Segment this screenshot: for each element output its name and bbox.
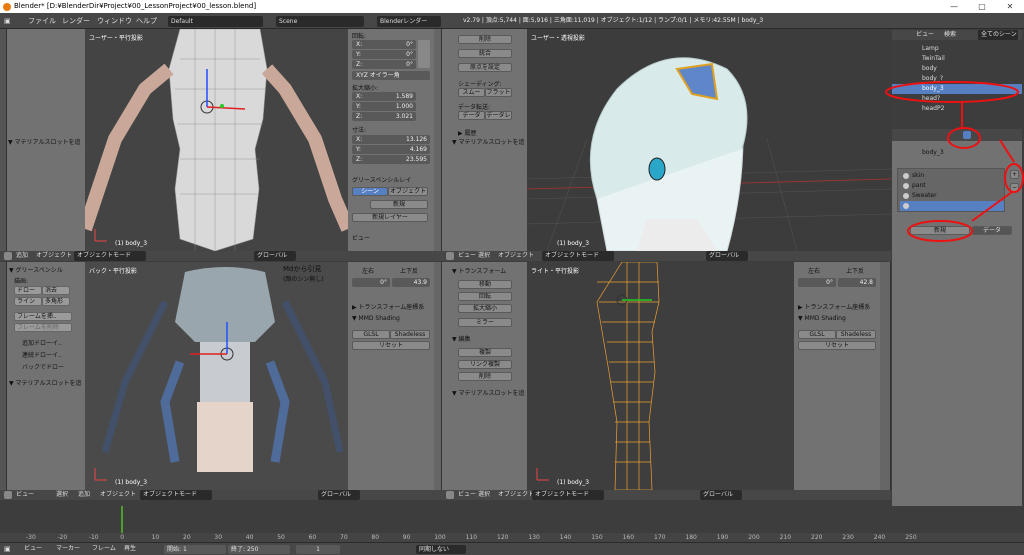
timeline-tick-label: 100 bbox=[434, 534, 446, 541]
timeline-tick-label: 90 bbox=[402, 534, 411, 541]
sync-mode-select[interactable]: 同期しない bbox=[416, 545, 466, 554]
timeline-tick-label: 190 bbox=[716, 534, 729, 541]
timeline-editor-icon[interactable]: ▣ bbox=[4, 543, 11, 555]
highlight-ellipse-tab bbox=[947, 127, 981, 149]
timeline-marker-menu[interactable]: マーカー bbox=[56, 543, 80, 555]
end-value: 250 bbox=[246, 546, 259, 553]
timeline-tick-label: 240 bbox=[873, 534, 886, 541]
annotation-arrows bbox=[961, 102, 1015, 222]
timeline-tick-label: -10 bbox=[88, 534, 99, 541]
timeline-tick-label: 120 bbox=[497, 534, 509, 541]
timeline-tick-label: 150 bbox=[591, 534, 603, 541]
annotation-overlay bbox=[885, 81, 1024, 242]
timeline-tick-label: 140 bbox=[559, 534, 572, 541]
timeline[interactable]: -30 -20 -10 0 10 20 30 40 50 60 70 80 90 100 110 120 130… bbox=[0, 506, 1024, 542]
end-frame-field[interactable]: 終了: 250 bbox=[228, 545, 290, 554]
timeline-tick-label: 200 bbox=[748, 534, 760, 541]
timeline-ruler[interactable]: -30 -20 -10 0 10 20 30 40 50 60 70 80 90 100 110 120 130… bbox=[0, 533, 1024, 542]
highlight-ellipse-new bbox=[907, 220, 973, 242]
timeline-tick-label: 70 bbox=[340, 534, 348, 541]
timeline-tick-label: 250 bbox=[905, 534, 917, 541]
timeline-tick-label: 180 bbox=[685, 534, 697, 541]
timeline-tick-label: 170 bbox=[654, 534, 666, 541]
timeline-tick-label: -20 bbox=[57, 534, 68, 541]
current-frame-field[interactable]: 1 bbox=[296, 545, 340, 554]
timeline-tick-label: 20 bbox=[183, 534, 191, 541]
timeline-play-menu[interactable]: 再生 bbox=[124, 543, 136, 555]
start-frame-field[interactable]: 開始: 1 bbox=[164, 545, 226, 554]
timeline-tick-label: 80 bbox=[371, 534, 380, 541]
start-label: 開始: bbox=[167, 546, 182, 553]
timeline-frame-menu[interactable]: フレーム bbox=[92, 543, 116, 555]
timeline-tick-label: 210 bbox=[779, 534, 792, 541]
timeline-tick-label: 230 bbox=[842, 534, 854, 541]
timeline-tick-label: -30 bbox=[26, 534, 36, 541]
timeline-tick-label: 160 bbox=[622, 534, 635, 541]
highlight-ellipse-add bbox=[1004, 163, 1024, 193]
timeline-header: ▣ ビュー マーカー フレーム 再生 開始: 1 終了: 250 1 同期しない bbox=[0, 542, 1024, 555]
timeline-tick-label: 40 bbox=[245, 534, 254, 541]
timeline-tick-label: 220 bbox=[811, 534, 823, 541]
highlight-ellipse-outliner bbox=[885, 81, 1019, 103]
start-value: 1 bbox=[182, 546, 187, 553]
timeline-tick-label: 0 bbox=[120, 534, 125, 541]
timeline-view-menu[interactable]: ビュー bbox=[24, 543, 42, 555]
end-label: 終了: bbox=[231, 546, 246, 553]
current-frame-line[interactable] bbox=[121, 506, 123, 533]
timeline-tick-label: 130 bbox=[528, 534, 540, 541]
timeline-tick-label: 50 bbox=[277, 534, 285, 541]
timeline-tick-label: 10 bbox=[151, 534, 160, 541]
timeline-tick-label: 110 bbox=[465, 534, 478, 541]
timeline-tick-label: 30 bbox=[214, 534, 223, 541]
timeline-tick-label: 60 bbox=[308, 534, 317, 541]
